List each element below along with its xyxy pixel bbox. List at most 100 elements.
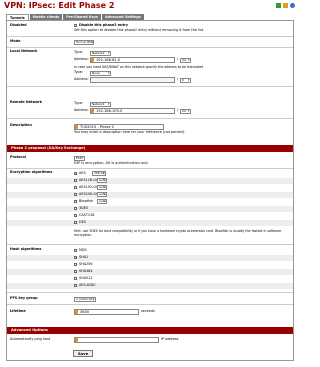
encryption-aes192gcm-select[interactable]: auto (97, 185, 107, 190)
local-nat-address-input[interactable] (90, 77, 175, 83)
divider (7, 36, 293, 37)
local-nat-type-label: Type: (74, 70, 83, 74)
disabled-hint: Set this option to disable this phase2 e… (74, 28, 205, 32)
disabled-label: Disabled (10, 23, 27, 27)
pencil-icon (91, 109, 94, 113)
hash-row-shade (7, 255, 293, 261)
encryption-aes-bits-select[interactable]: 256 bits (92, 171, 106, 176)
remote-address-input[interactable]: 192.168.109.0 (90, 108, 175, 114)
encryption-3des-checkbox[interactable] (74, 207, 77, 210)
divider (7, 47, 293, 48)
help-icon[interactable] (290, 3, 295, 8)
encryption-blowfish-checkbox[interactable] (74, 200, 77, 203)
remote-cidr-select[interactable]: 24 (180, 109, 191, 114)
divider (7, 118, 293, 119)
encryption-row-shade (7, 206, 293, 212)
pencil-icon (75, 125, 78, 129)
encryption-label: Encryption algorithms (10, 170, 53, 174)
ping-label: Automatically ping host (10, 337, 51, 341)
hash-sha384-checkbox[interactable] (74, 270, 77, 273)
ping-unit: IP address (161, 337, 179, 341)
encryption-aes192gcm-checkbox[interactable] (74, 186, 77, 189)
local-type-label: Type: (74, 50, 83, 54)
encryption-aes-checkbox[interactable]: ✓ (74, 172, 78, 176)
divider (7, 292, 293, 293)
local-address-label: Address: (74, 57, 89, 61)
cidr-slash: / (177, 77, 179, 81)
encryption-des-name: DES (79, 220, 86, 224)
pfs-select[interactable]: 2 (1024 bit) (74, 297, 96, 302)
hash-sha256-checkbox[interactable] (74, 263, 77, 266)
mode-label: Mode (10, 39, 21, 43)
pfs-label: PFS key group (10, 296, 38, 300)
edit-icon[interactable] (283, 3, 288, 8)
ping-host-input[interactable] (74, 337, 159, 343)
divider (7, 304, 293, 305)
pencil-icon (75, 310, 78, 314)
encryption-cast128-name: CAST128 (79, 213, 95, 217)
encryption-cast128-checkbox[interactable] (74, 214, 77, 217)
description-label: Description (10, 123, 32, 127)
hash-label: Hash algorithms (10, 247, 42, 251)
divider (7, 86, 293, 87)
hash-sha384-name: SHA384 (79, 269, 93, 273)
divider (7, 168, 293, 169)
mode-select[interactable]: Tunnel IPv4 (74, 40, 94, 45)
local-nat-cidr-select[interactable]: 0 (180, 78, 191, 83)
lifetime-unit: seconds (141, 309, 155, 313)
encryption-row-shade (7, 192, 293, 198)
disabled-checkbox[interactable] (74, 24, 77, 27)
save-button[interactable]: Save (73, 350, 93, 357)
encryption-row-shade (7, 220, 293, 226)
encryption-hint: Hint: use 3DES for best compatibility or… (74, 229, 282, 237)
hash-sha1-name: SHA1 (79, 255, 89, 259)
hash-md5-checkbox[interactable] (74, 249, 77, 252)
encryption-blowfish-select[interactable]: auto (97, 199, 107, 204)
encryption-row-shade (7, 178, 293, 184)
divider (7, 244, 293, 245)
protocol-label: Protocol (10, 155, 26, 159)
encryption-3des-name: 3DES (79, 206, 89, 210)
protocol-select[interactable]: ESP (74, 156, 85, 161)
hash-sha256-name: SHA256 (79, 262, 93, 266)
description-hint: You may enter a description here for you… (74, 130, 186, 134)
title-icons (276, 3, 295, 8)
encryption-aes128gcm-select[interactable]: auto (97, 178, 107, 183)
encryption-aes256gcm-checkbox[interactable] (74, 193, 77, 196)
protocol-hint: ESP is encryption, AH is authentication … (74, 161, 149, 165)
phase2-section-header: Phase 2 proposal (SA/Key Exchange) (7, 145, 293, 152)
pencil-icon (75, 338, 78, 342)
local-cidr-select[interactable]: 24 (180, 58, 191, 63)
encryption-blowfish-name: Blowfish (79, 199, 94, 203)
status-icon[interactable] (276, 3, 281, 8)
advanced-section-header: Advanced Options (7, 327, 293, 334)
local-type-select[interactable]: Network (90, 51, 111, 56)
cidr-slash: / (177, 57, 179, 61)
hash-md5-name: MD5 (79, 248, 87, 252)
local-nat-type-select[interactable]: None (90, 71, 111, 76)
hash-row-shade (7, 269, 293, 275)
cidr-slash: / (177, 108, 179, 112)
remote-type-label: Type: (74, 101, 83, 105)
local-nat-address-label: Address: (74, 77, 89, 81)
title-bar: VPN: IPsec: Edit Phase 2 (0, 0, 300, 12)
hash-aesxcbc-name: AES-XCBC (79, 283, 96, 287)
pencil-icon (91, 58, 94, 62)
hash-row-shade (7, 283, 293, 289)
remote-type-select[interactable]: Network (90, 102, 111, 107)
hash-sha512-checkbox[interactable] (74, 277, 77, 280)
local-network-label: Local Network (10, 49, 38, 53)
hash-sha512-name: SHA512 (79, 276, 93, 280)
lifetime-input[interactable]: 3600 (74, 309, 139, 315)
hash-aesxcbc-checkbox[interactable] (74, 284, 77, 287)
remote-network-label: Remote Network (10, 100, 43, 104)
encryption-aes-name: AES (79, 171, 86, 175)
encryption-aes256gcm-select[interactable]: auto (97, 192, 107, 197)
encryption-des-checkbox[interactable] (74, 221, 77, 224)
hash-sha1-checkbox[interactable]: ✓ (74, 256, 78, 260)
encryption-aes128gcm-checkbox[interactable] (74, 179, 77, 182)
page-title: VPN: IPsec: Edit Phase 2 (4, 1, 115, 10)
local-address-input[interactable]: 192.168.62.0 (90, 57, 175, 63)
remote-address-label: Address: (74, 108, 89, 112)
lifetime-label: Lifetime (10, 309, 26, 313)
